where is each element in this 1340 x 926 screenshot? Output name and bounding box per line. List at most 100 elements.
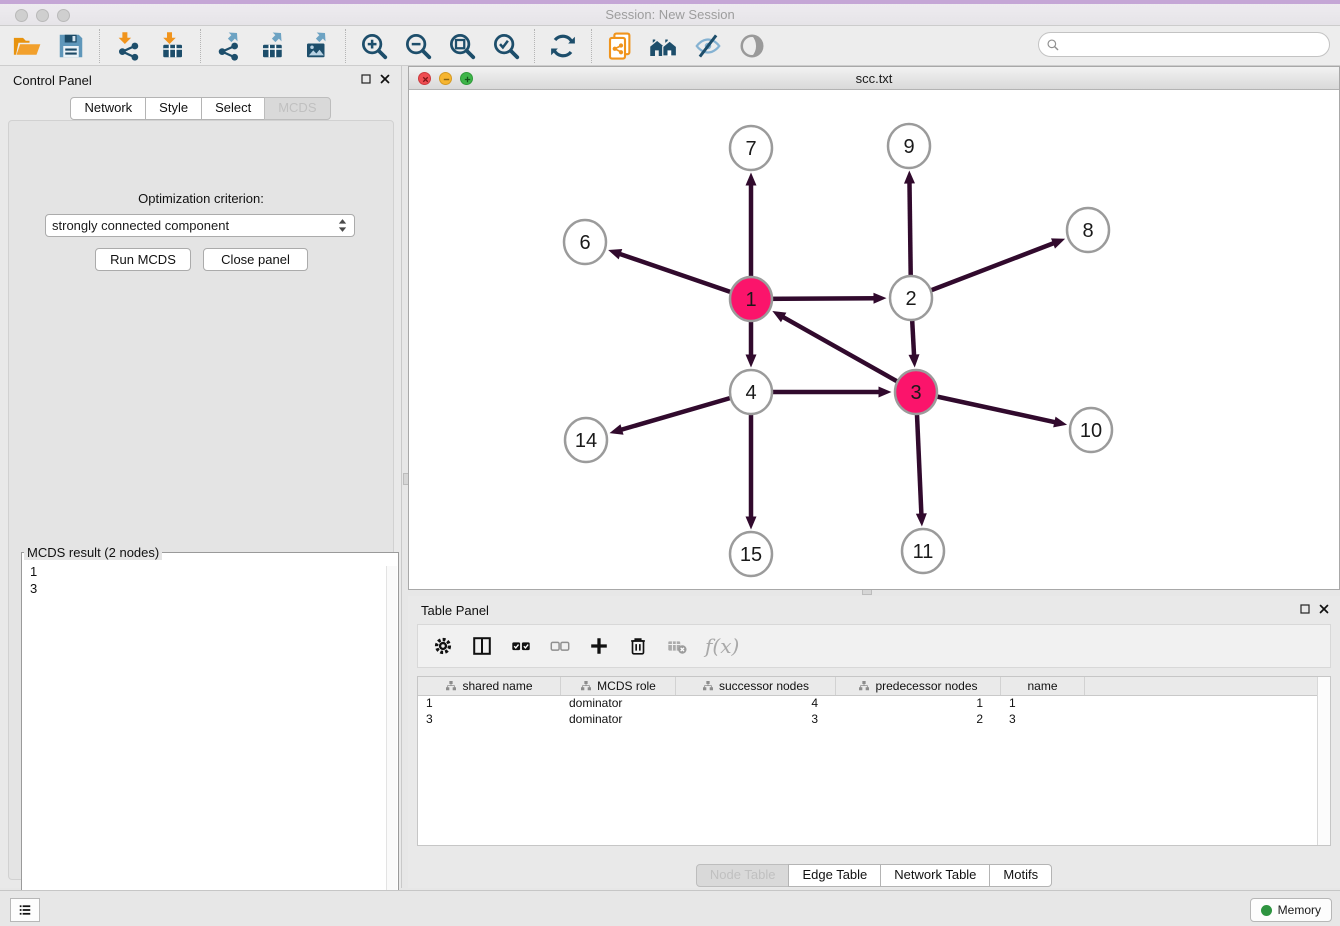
apply-layout-button[interactable] [544, 28, 582, 64]
close-panel-button[interactable]: Close panel [203, 248, 308, 271]
select-all-button[interactable] [510, 635, 532, 657]
hide-selected-button[interactable] [689, 28, 727, 64]
cell-mcds-role[interactable]: dominator [561, 696, 676, 712]
save-session-button[interactable] [52, 28, 90, 64]
zoom-selected-button[interactable] [487, 28, 525, 64]
cell-shared-name[interactable]: 1 [418, 696, 561, 712]
column-header-mcds-role[interactable]: MCDS role [561, 677, 676, 695]
window-title: Session: New Session [0, 7, 1340, 22]
deselect-all-button[interactable] [549, 635, 571, 657]
tab-style[interactable]: Style [145, 97, 202, 120]
export-image-button[interactable] [298, 28, 336, 64]
zoom-fit-button[interactable] [443, 28, 481, 64]
table-row[interactable]: 1dominator411 [418, 696, 1330, 712]
tree-icon [702, 680, 714, 692]
mcds-result-line: 3 [30, 580, 390, 597]
zoom-in-button[interactable] [355, 28, 393, 64]
table-mode-button[interactable] [432, 635, 454, 657]
cell-predecessor-nodes[interactable]: 2 [836, 712, 1001, 728]
export-image-icon [302, 31, 332, 61]
export-table-button[interactable] [254, 28, 292, 64]
status-bar: Memory [0, 890, 1340, 926]
network-frame-title: scc.txt [409, 71, 1339, 86]
cell-mcds-role[interactable]: dominator [561, 712, 676, 728]
float-panel-icon[interactable] [360, 73, 372, 85]
graph-node-9[interactable]: 9 [888, 124, 930, 168]
show-all-button[interactable] [733, 28, 771, 64]
tree-icon [445, 680, 457, 692]
delete-columns-button[interactable] [627, 635, 649, 657]
export-network-button[interactable] [210, 28, 248, 64]
graph-arrowhead-2-9 [904, 170, 915, 183]
delete-table-button[interactable] [666, 635, 688, 657]
graph-node-label: 2 [905, 288, 916, 310]
graph-node-14[interactable]: 14 [565, 418, 607, 462]
graph-arrowhead-2-8 [1051, 238, 1065, 248]
graph-node-4[interactable]: 4 [730, 370, 772, 414]
cell-shared-name[interactable]: 3 [418, 712, 561, 728]
control-panel-header: Control Panel [0, 66, 401, 94]
table-delete-icon [666, 635, 688, 657]
column-header-name[interactable]: name [1001, 677, 1085, 695]
tab-motifs[interactable]: Motifs [989, 864, 1052, 887]
close-panel-icon[interactable] [379, 73, 391, 85]
show-columns-button[interactable] [471, 635, 493, 657]
column-header-predecessor-nodes[interactable]: predecessor nodes [836, 677, 1001, 695]
graph-node-15[interactable]: 15 [730, 532, 772, 576]
graph-edge-3-1[interactable] [780, 315, 916, 392]
tab-mcds[interactable]: MCDS [264, 97, 330, 120]
mcds-result-text[interactable]: 13 [22, 560, 398, 600]
cell-name[interactable]: 1 [1001, 696, 1085, 712]
memory-status-icon [1261, 905, 1272, 916]
tab-edge-table[interactable]: Edge Table [788, 864, 881, 887]
cell-predecessor-nodes[interactable]: 1 [836, 696, 1001, 712]
clone-network-button[interactable] [601, 28, 639, 64]
mcds-result-scrollbar[interactable] [386, 566, 397, 922]
zoom-out-button[interactable] [399, 28, 437, 64]
tab-network-table[interactable]: Network Table [880, 864, 990, 887]
select-stepper-icon [337, 218, 348, 233]
cell-successor-nodes[interactable]: 4 [676, 696, 836, 712]
float-panel-icon[interactable] [1299, 603, 1311, 615]
tab-select[interactable]: Select [201, 97, 265, 120]
graph-node-2[interactable]: 2 [890, 276, 932, 320]
network-graph[interactable]: 1 2 3 4 6 7 8 9 10 11 14 15 [409, 90, 1339, 589]
tab-network[interactable]: Network [70, 97, 146, 120]
refresh-icon [548, 31, 578, 61]
network-canvas[interactable]: 1 2 3 4 6 7 8 9 10 11 14 15 [409, 90, 1339, 589]
column-header-shared-name[interactable]: shared name [418, 677, 561, 695]
tab-node-table[interactable]: Node Table [696, 864, 790, 887]
task-history-button[interactable] [10, 898, 40, 922]
graph-arrowhead-4-15 [746, 517, 757, 530]
cell-successor-nodes[interactable]: 3 [676, 712, 836, 728]
control-panel-tabs: NetworkStyleSelectMCDS [0, 97, 401, 120]
graph-node-6[interactable]: 6 [564, 220, 606, 264]
memory-button[interactable]: Memory [1250, 898, 1332, 922]
table-row[interactable]: 3dominator323 [418, 712, 1330, 728]
optimization-criterion-select[interactable]: strongly connected component [45, 214, 355, 237]
graph-node-11[interactable]: 11 [902, 529, 944, 573]
column-header-successor-nodes[interactable]: successor nodes [676, 677, 836, 695]
table-panel-header: Table Panel [408, 596, 1340, 624]
graph-node-1[interactable]: 1 [730, 277, 772, 321]
search-field[interactable] [1038, 32, 1330, 57]
import-table-button[interactable] [153, 28, 191, 64]
search-input[interactable] [1060, 35, 1329, 55]
graph-node-10[interactable]: 10 [1070, 408, 1112, 452]
cell-name[interactable]: 3 [1001, 712, 1085, 728]
import-network-button[interactable] [109, 28, 147, 64]
table-scrollbar[interactable] [1317, 677, 1330, 845]
first-neighbors-button[interactable] [645, 28, 683, 64]
table-body: 1dominator4113dominator323 [418, 696, 1330, 728]
network-frame-titlebar[interactable]: scc.txt [409, 67, 1339, 90]
close-panel-icon[interactable] [1318, 603, 1330, 615]
open-session-button[interactable] [8, 28, 46, 64]
graph-node-7[interactable]: 7 [730, 126, 772, 170]
function-builder-icon[interactable]: f(x) [705, 634, 739, 658]
mcds-result-box: MCDS result (2 nodes) 13 [21, 545, 399, 925]
graph-node-3[interactable]: 3 [895, 370, 937, 414]
create-column-button[interactable] [588, 635, 610, 657]
graph-node-8[interactable]: 8 [1067, 208, 1109, 252]
graph-edge-2-8[interactable] [911, 242, 1057, 298]
run-mcds-button[interactable]: Run MCDS [95, 248, 191, 271]
